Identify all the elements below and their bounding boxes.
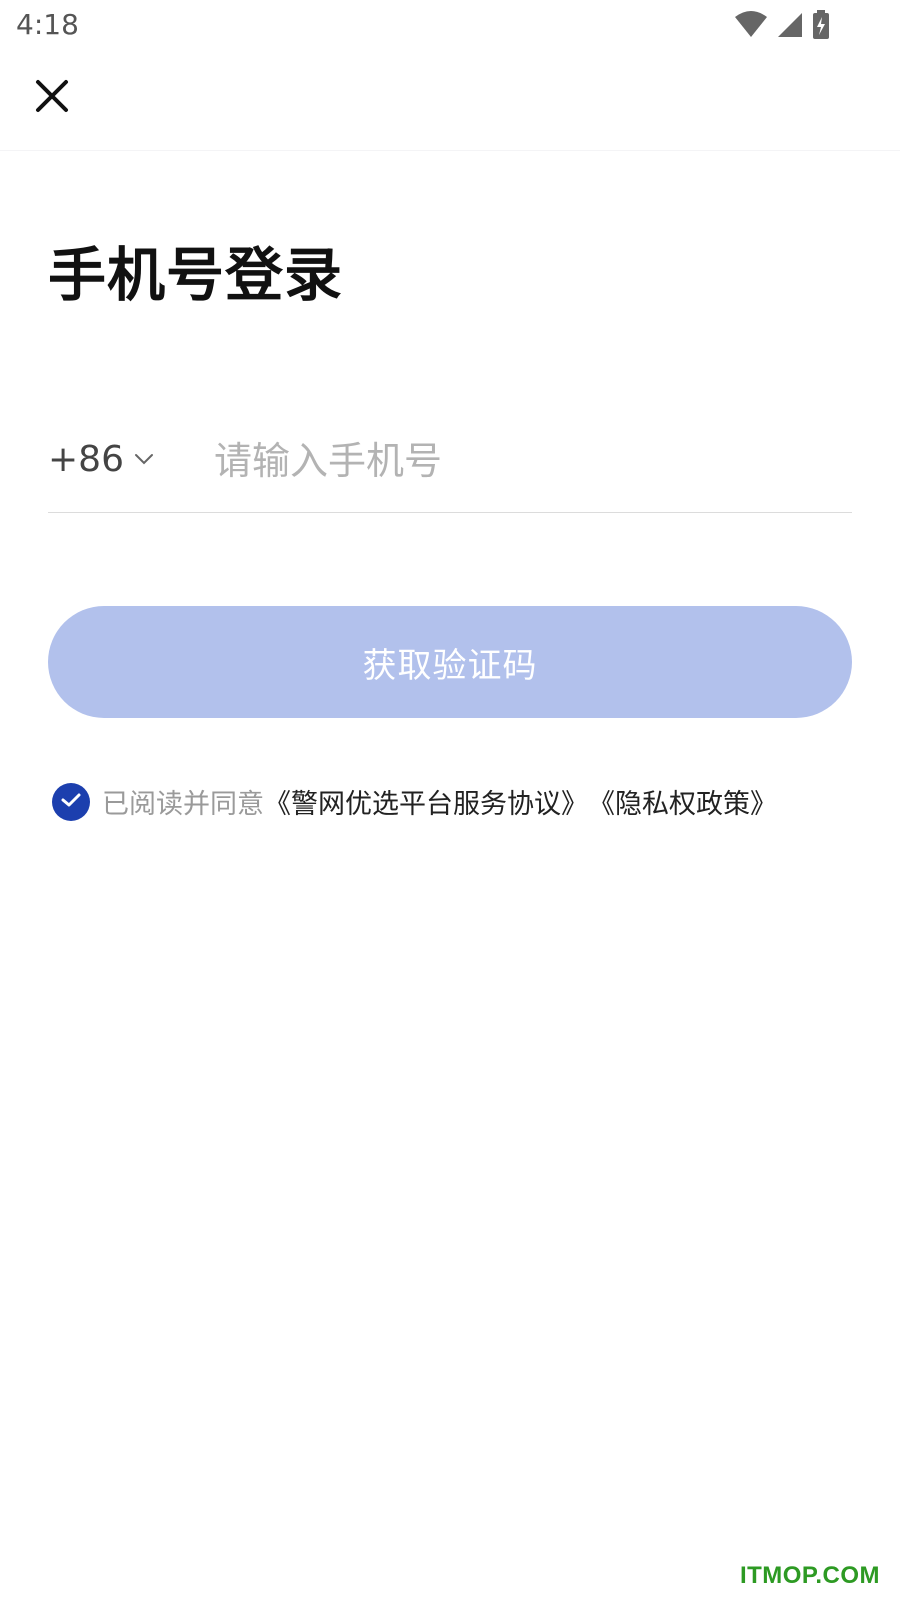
close-button[interactable] — [28, 74, 76, 122]
phone-input-row: +86 — [48, 420, 852, 513]
status-icons — [734, 10, 830, 44]
country-code-selector[interactable]: +86 — [48, 438, 154, 482]
agreement-row: 已阅读并同意 《警网优选平台服务协议》 《隐私权政策》 — [52, 782, 777, 821]
cellular-signal-icon — [776, 11, 804, 43]
page-title: 手机号登录 — [48, 241, 344, 309]
watermark-logo: ITMOP.COM — [739, 1562, 880, 1589]
agreement-checkbox[interactable] — [52, 782, 90, 821]
status-time: 4:18 — [16, 8, 79, 41]
wifi-icon — [734, 11, 768, 43]
agreement-prefix-text: 已阅读并同意 — [102, 789, 264, 820]
country-code-label: +86 — [48, 439, 124, 480]
close-icon — [34, 78, 70, 118]
privacy-policy-link[interactable]: 《隐私权政策》 — [588, 782, 777, 821]
chevron-down-icon — [134, 451, 154, 470]
top-bar — [0, 50, 900, 151]
service-agreement-link[interactable]: 《警网优选平台服务协议》 — [264, 782, 588, 821]
phone-number-input[interactable] — [214, 434, 834, 488]
get-verification-code-label: 获取验证码 — [362, 645, 538, 686]
battery-charging-icon — [812, 10, 830, 44]
checkmark-icon — [60, 791, 82, 813]
status-bar: 4:18 — [0, 0, 900, 50]
get-verification-code-button[interactable]: 获取验证码 — [48, 606, 852, 718]
